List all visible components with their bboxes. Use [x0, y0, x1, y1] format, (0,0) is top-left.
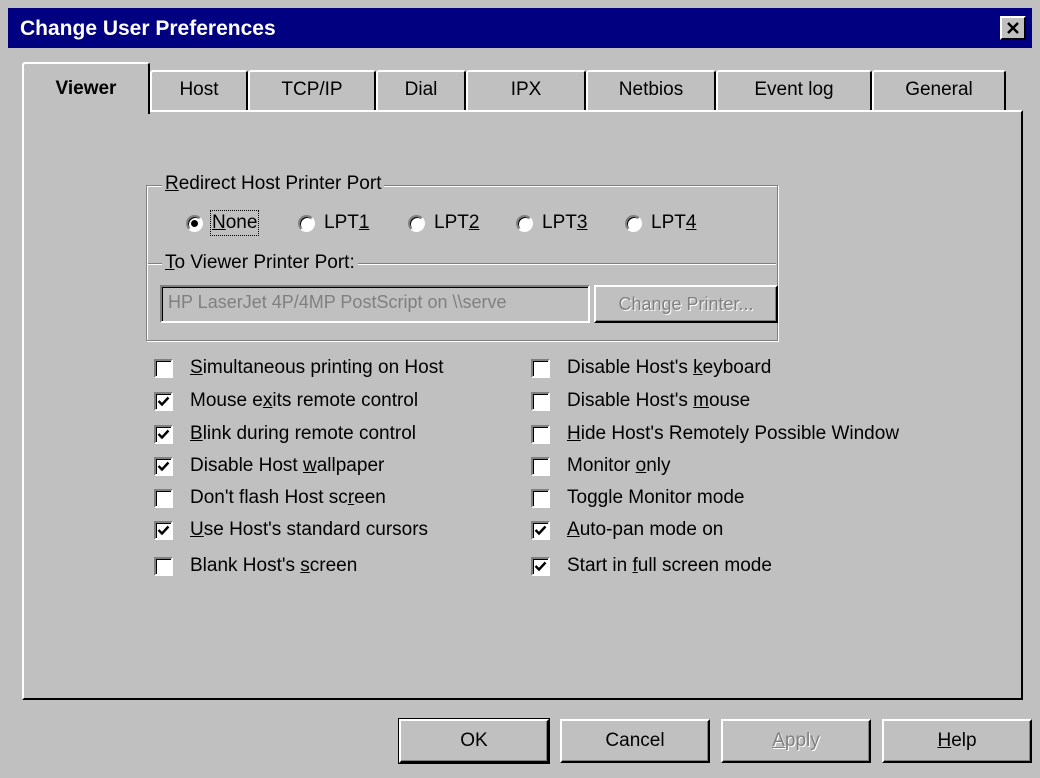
viewer-printer-field[interactable]: HP LaserJet 4P/4MP PostScript on \\serve: [160, 285, 590, 323]
tab-label: TCP/IP: [281, 79, 343, 100]
radio-label: LPT4: [651, 212, 697, 233]
checkmark-icon: [154, 521, 173, 540]
checkbox-icon: [531, 489, 550, 508]
checkmark-icon: [154, 425, 173, 444]
tab-label: Event log: [754, 79, 834, 100]
tab-label: IPX: [510, 79, 542, 100]
radio-button-icon: [625, 215, 642, 232]
tab-viewer[interactable]: Viewer: [22, 62, 150, 114]
radio-button-icon: [186, 215, 203, 232]
ok-button[interactable]: OK: [398, 718, 550, 764]
change-printer-button[interactable]: Change Printer...: [594, 285, 778, 323]
checkbox-label: Toggle Monitor mode: [567, 487, 745, 508]
checkbox-label: Disable Host's keyboard: [567, 357, 772, 378]
radio-button-icon: [298, 215, 315, 232]
tab-dial[interactable]: Dial: [376, 70, 466, 110]
checkmark-icon: [531, 521, 550, 540]
tab-host[interactable]: Host: [150, 70, 248, 110]
checkbox-icon: [531, 425, 550, 444]
change-user-preferences-dialog: Change User Preferences Viewer Host TCP/…: [0, 0, 1040, 778]
tab-netbios[interactable]: Netbios: [586, 70, 716, 110]
close-icon: [1007, 22, 1019, 34]
tab-label: Viewer: [55, 78, 117, 99]
checkmark-icon: [531, 557, 550, 576]
help-button[interactable]: Help: [882, 719, 1032, 763]
checkbox-label: Don't flash Host screen: [190, 487, 386, 508]
checkbox-label: Mouse exits remote control: [190, 390, 419, 411]
title-bar: Change User Preferences: [8, 8, 1032, 48]
radio-button-icon: [408, 215, 425, 232]
tab-label: Netbios: [618, 79, 684, 100]
checkbox-icon: [531, 457, 550, 476]
window-title: Change User Preferences: [20, 17, 276, 40]
radio-button-icon: [516, 215, 533, 232]
checkbox-label: Start in full screen mode: [567, 555, 772, 576]
checkbox-icon: [154, 489, 173, 508]
checkbox-label: Blink during remote control: [190, 423, 417, 444]
radio-label: LPT3: [542, 212, 588, 233]
radio-label: None: [209, 210, 260, 236]
apply-button[interactable]: Apply: [721, 719, 871, 763]
close-button[interactable]: [1000, 16, 1026, 40]
cancel-button[interactable]: Cancel: [560, 719, 710, 763]
checkbox-label: Blank Host's screen: [190, 555, 358, 576]
radio-label: LPT2: [434, 212, 480, 233]
tab-label: Dial: [404, 79, 438, 100]
radio-label: LPT1: [324, 212, 370, 233]
checkbox-label: Hide Host's Remotely Possible Window: [567, 423, 900, 444]
checkbox-icon: [531, 359, 550, 378]
checkbox-icon: [531, 392, 550, 411]
checkbox-label: Disable Host wallpaper: [190, 455, 385, 476]
viewer-printer-port-label: To Viewer Printer Port:: [162, 252, 358, 274]
tab-label: Host: [179, 79, 219, 100]
checkbox-label: Use Host's standard cursors: [190, 519, 429, 540]
tab-tcpip[interactable]: TCP/IP: [248, 70, 376, 110]
checkbox-icon: [154, 359, 173, 378]
checkmark-icon: [154, 392, 173, 411]
checkmark-icon: [154, 457, 173, 476]
checkbox-label: Monitor only: [567, 455, 671, 476]
checkbox-icon: [154, 557, 173, 576]
checkbox-label: Simultaneous printing on Host: [190, 357, 444, 378]
redirect-printer-group-label: Redirect Host Printer Port: [162, 173, 385, 195]
checkbox-label: Auto-pan mode on: [567, 519, 724, 540]
tab-general[interactable]: General: [872, 70, 1006, 110]
tab-label: General: [905, 79, 973, 100]
tab-ipx[interactable]: IPX: [466, 70, 586, 110]
tab-event-log[interactable]: Event log: [716, 70, 872, 110]
checkbox-label: Disable Host's mouse: [567, 390, 751, 411]
